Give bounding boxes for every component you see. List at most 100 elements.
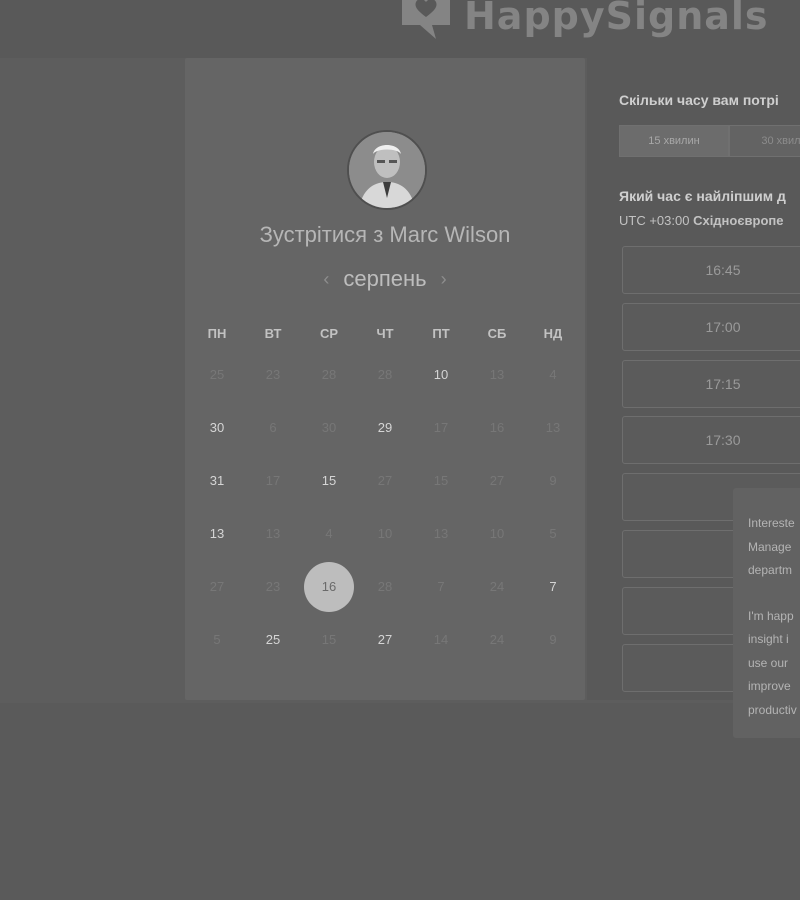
calendar-day-number: 30 — [209, 420, 225, 435]
time-slot[interactable]: 17:00 — [622, 303, 800, 351]
duration-selector: 15 хвилин 30 хвили — [619, 125, 800, 157]
calendar-day-number: 27 — [489, 473, 505, 488]
chevron-right-icon[interactable]: › — [441, 269, 447, 290]
time-slot[interactable]: 17:15 — [622, 360, 800, 408]
calendar-day-number: 17 — [433, 420, 449, 435]
brand-logo[interactable]: HappySignals — [398, 0, 769, 46]
duration-option[interactable]: 15 хвилин — [619, 125, 729, 157]
popup-spacer — [748, 583, 800, 605]
calendar-day-number: 17 — [265, 473, 281, 488]
calendar-day: 13 — [469, 348, 525, 401]
weekday-label: ПН — [207, 326, 227, 341]
popup-line: Manage — [748, 539, 792, 554]
time-slot[interactable]: 17:30 — [622, 416, 800, 464]
calendar-day-number: 27 — [377, 632, 393, 647]
calendar-day-number: 30 — [321, 420, 337, 435]
calendar-body: 25 23 28 28 10 13 4 30 6 30 29 17 16 13 31 17 15 27 15 27 9 1… — [189, 348, 581, 666]
calendar-day: 13 — [525, 401, 581, 454]
calendar-day[interactable]: 25 — [245, 613, 301, 666]
weekday-label: ЧТ — [376, 326, 394, 341]
timezone-label[interactable]: UTC +03:00 Східноєвропе — [619, 213, 784, 228]
chevron-left-icon[interactable]: ‹ — [323, 269, 329, 290]
current-month: серпень — [343, 266, 427, 291]
weekday-label: СР — [319, 326, 339, 341]
calendar-day-number: 7 — [549, 579, 557, 594]
calendar-day-number: 28 — [377, 579, 393, 594]
calendar-day[interactable]: 13 — [189, 507, 245, 560]
calendar-day-number: 10 — [433, 367, 449, 382]
calendar-day[interactable]: 27 — [357, 613, 413, 666]
calendar-day-number: 7 — [437, 579, 445, 594]
calendar-grid: ПН ВТ СР ЧТ ПТ СБ НД 25 23 28 28 10 13 4 30 6 30 2… — [189, 320, 581, 666]
calendar-day-number: 13 — [209, 526, 225, 541]
calendar-day-number: 28 — [377, 367, 393, 382]
calendar-day-number: 13 — [265, 526, 281, 541]
timezone-name: Східноєвропе — [693, 213, 784, 228]
calendar-day[interactable]: 31 — [189, 454, 245, 507]
calendar-day[interactable]: 30 — [189, 401, 245, 454]
calendar-day: 13 — [245, 507, 301, 560]
duration-question: Скільки часу вам потрі — [619, 92, 779, 108]
calendar-day: 25 — [189, 348, 245, 401]
calendar-week: 27 23 16 28 7 24 7 — [189, 560, 581, 613]
calendar-day-number: 4 — [325, 526, 333, 541]
calendar-week: 5 25 15 27 14 24 9 — [189, 613, 581, 666]
calendar-day: 28 — [357, 348, 413, 401]
calendar-day[interactable]: 10 — [413, 348, 469, 401]
calendar-day-number: 13 — [433, 526, 449, 541]
calendar-day-selected[interactable]: 16 — [301, 560, 357, 613]
calendar-week: 31 17 15 27 15 27 9 — [189, 454, 581, 507]
host-avatar — [347, 130, 427, 210]
calendar-card: Зустрітися з Marc Wilson ‹ серпень › ПН … — [185, 58, 585, 700]
duration-option[interactable]: 30 хвили — [729, 125, 800, 157]
calendar-day-number: 6 — [269, 420, 277, 435]
calendar-day: 15 — [301, 613, 357, 666]
calendar-day-number: 25 — [265, 632, 281, 647]
calendar-day: 24 — [469, 613, 525, 666]
calendar-day: 16 — [469, 401, 525, 454]
calendar-day-number: 10 — [489, 526, 505, 541]
calendar-day: 30 — [301, 401, 357, 454]
calendar-day: 15 — [413, 454, 469, 507]
time-slot[interactable]: 16:45 — [622, 246, 800, 294]
popup-line: Intereste — [748, 516, 795, 530]
popup-line: use our — [748, 655, 789, 670]
calendar-day: 27 — [357, 454, 413, 507]
calendar-day: 27 — [469, 454, 525, 507]
time-question: Який час є найліпшим д — [619, 188, 786, 204]
weekday-label: НД — [543, 326, 563, 341]
calendar-day-number: 15 — [321, 473, 337, 488]
chat-popup[interactable]: Intereste Manage departm I'm happ insigh… — [733, 488, 800, 738]
calendar-day: 28 — [301, 348, 357, 401]
calendar-day-number: 24 — [489, 579, 505, 594]
calendar-day: 5 — [189, 613, 245, 666]
calendar-day-number: 24 — [489, 632, 505, 647]
calendar-day: 10 — [357, 507, 413, 560]
calendar-day-number: 25 — [209, 367, 225, 382]
calendar-day: 17 — [413, 401, 469, 454]
calendar-day-number: 23 — [265, 579, 281, 594]
weekday-label: ВТ — [264, 326, 282, 341]
header-bar: HappySignals — [0, 0, 800, 58]
calendar-day-number: 23 — [265, 367, 281, 382]
calendar-day-number: 10 — [377, 526, 393, 541]
popup-line: I'm happ — [748, 608, 794, 623]
calendar-day[interactable]: 15 — [301, 454, 357, 507]
calendar-day: 6 — [245, 401, 301, 454]
calendar-day[interactable]: 7 — [525, 560, 581, 613]
calendar-week: 30 6 30 29 17 16 13 — [189, 401, 581, 454]
calendar-day: 7 — [413, 560, 469, 613]
calendar-day-number: 5 — [213, 632, 221, 647]
calendar-day-number: 13 — [489, 367, 505, 382]
calendar-day-number: 15 — [321, 632, 337, 647]
calendar-week: 13 13 4 10 13 10 5 — [189, 507, 581, 560]
weekday-header: ПН ВТ СР ЧТ ПТ СБ НД — [189, 320, 581, 348]
calendar-day: 9 — [525, 613, 581, 666]
calendar-day-number: 28 — [321, 367, 337, 382]
calendar-day-number: 16 — [304, 561, 354, 612]
popup-line: improve — [748, 679, 791, 693]
calendar-day: 13 — [413, 507, 469, 560]
brand-name: HappySignals — [464, 0, 769, 38]
calendar-day-number: 29 — [377, 420, 393, 435]
calendar-day[interactable]: 29 — [357, 401, 413, 454]
